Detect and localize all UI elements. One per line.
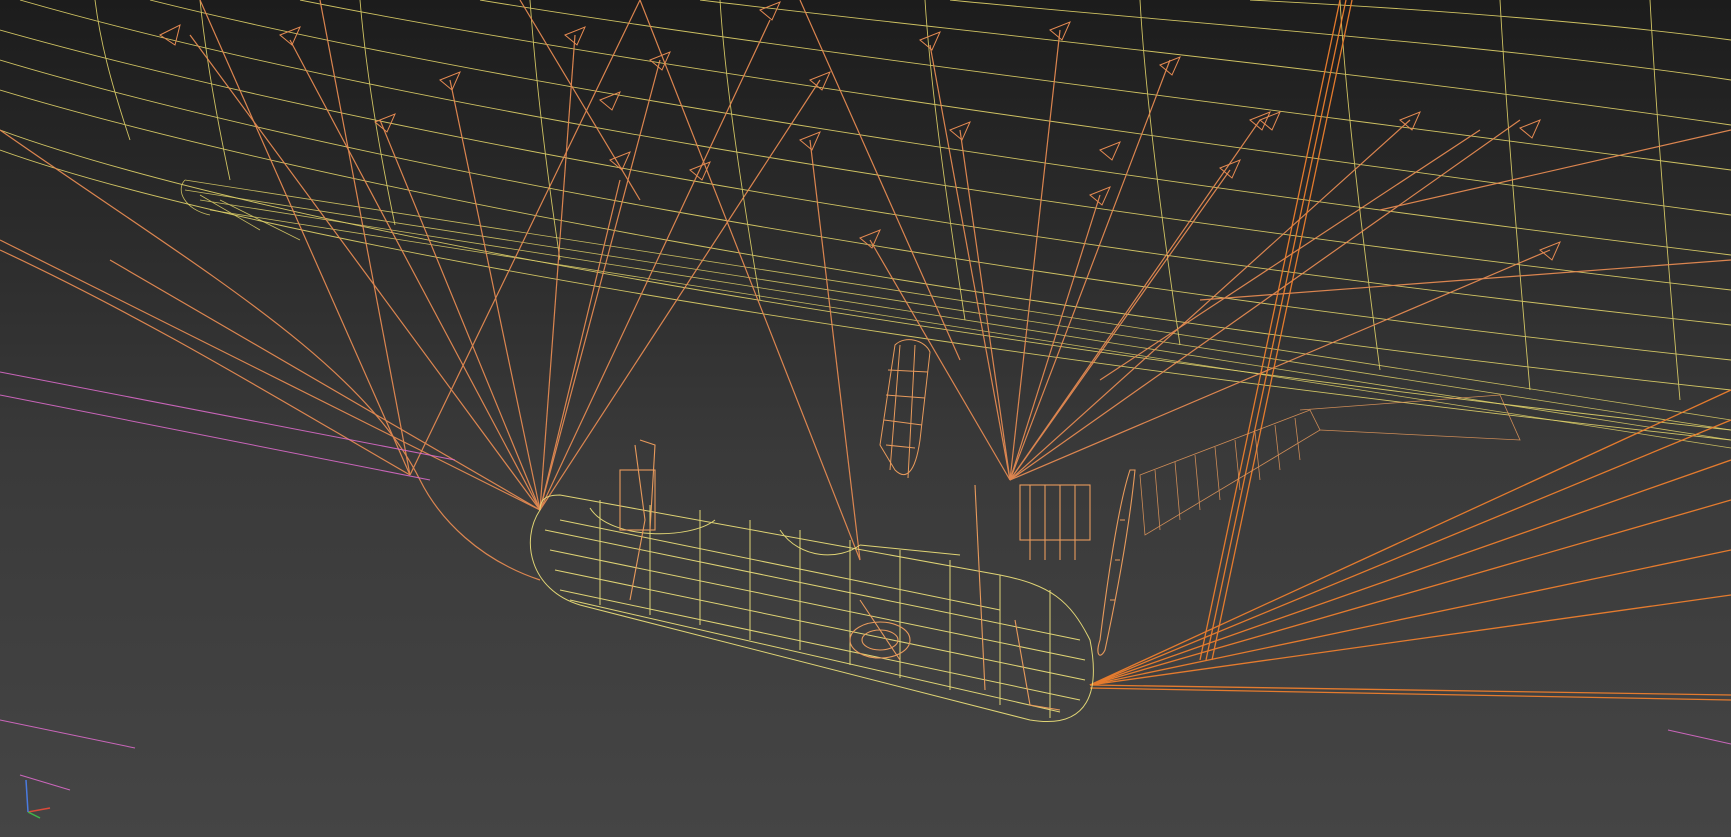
axis-x-icon	[27, 807, 51, 813]
hanging-tank[interactable]	[879, 339, 931, 479]
propeller[interactable]	[1097, 469, 1136, 656]
axis-y-icon	[27, 811, 41, 819]
helper-guides	[0, 371, 1731, 791]
axis-z-icon	[25, 779, 29, 813]
rigging-anchors[interactable]	[159, 1, 1561, 261]
gondola-machinery[interactable]	[619, 439, 1091, 711]
tail-rigging[interactable]	[1089, 0, 1731, 701]
axis-gizmo[interactable]	[25, 779, 51, 819]
3d-viewport[interactable]	[0, 0, 1731, 837]
viewport-scene[interactable]	[0, 0, 1731, 837]
envelope-keel[interactable]	[180, 179, 1731, 449]
gondola[interactable]	[529, 494, 1094, 722]
suspension-rigging[interactable]	[0, 0, 1731, 581]
